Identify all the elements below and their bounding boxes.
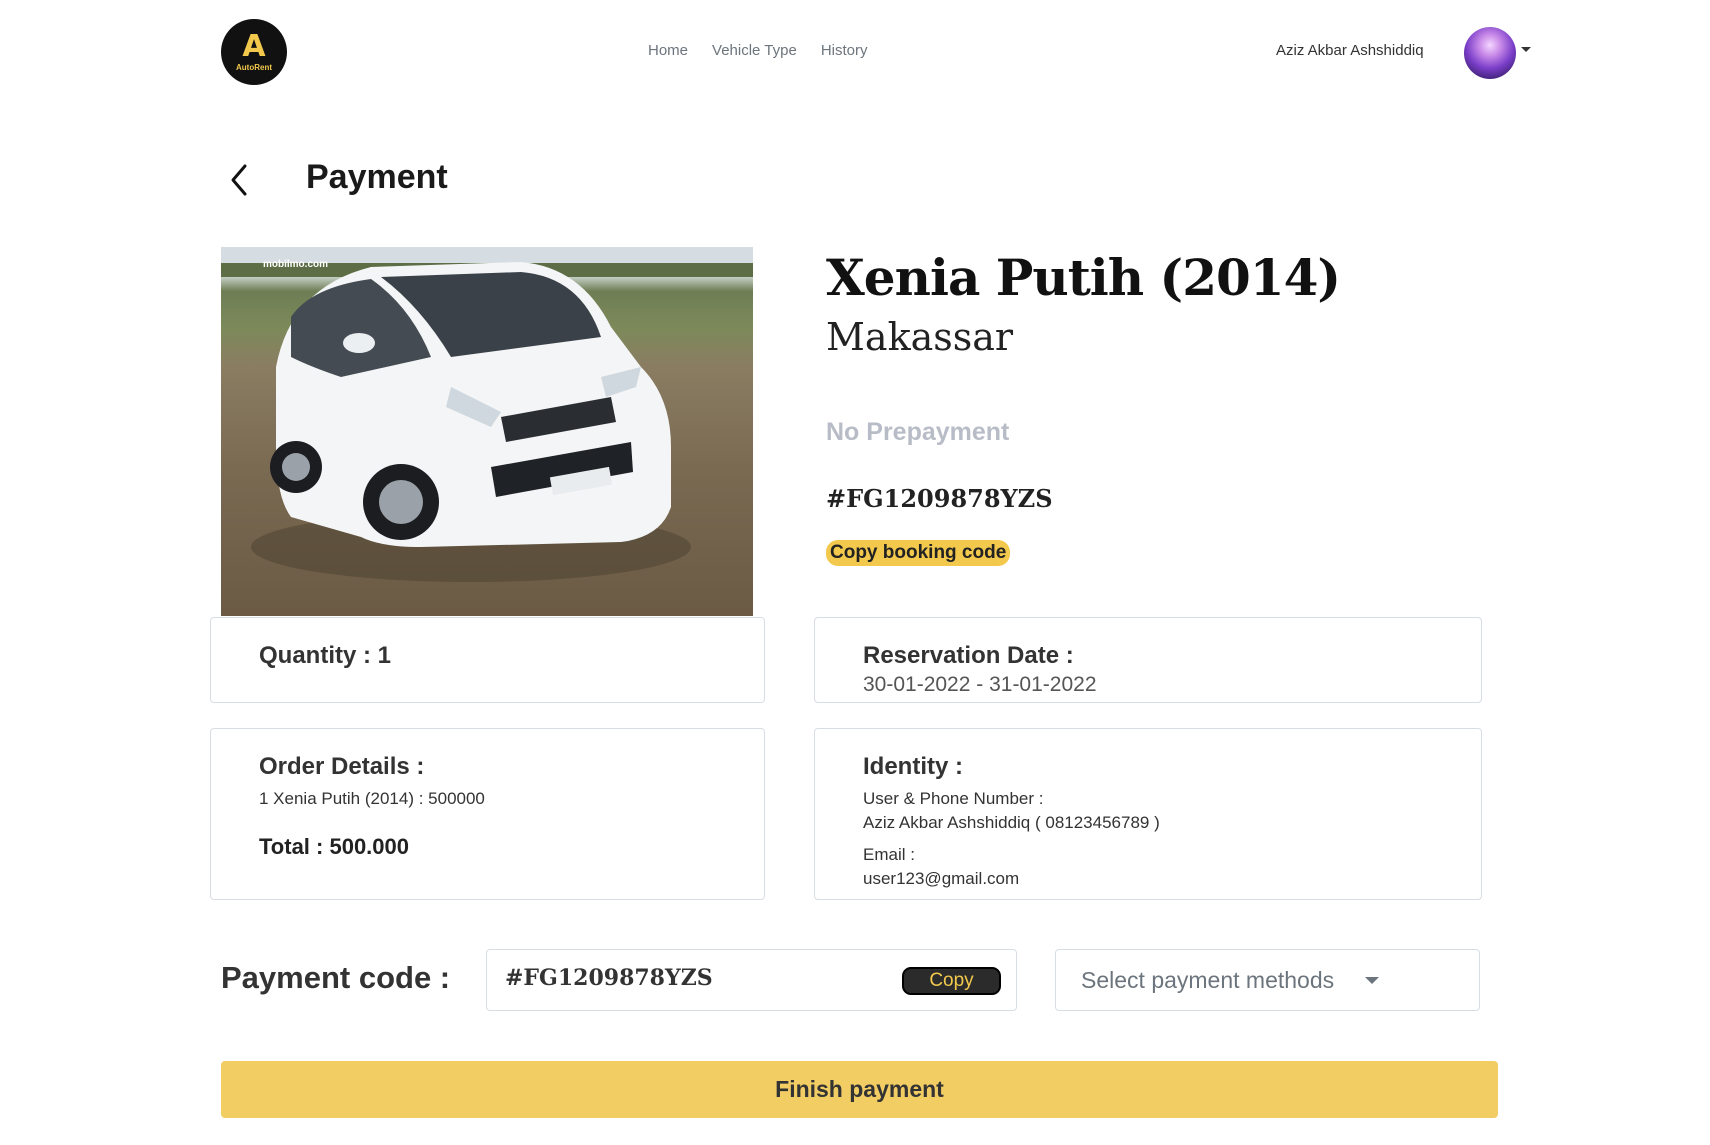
identity-heading: Identity : xyxy=(863,753,963,780)
reservation-card: Reservation Date : 30-01-2022 - 31-01-20… xyxy=(814,617,1482,703)
quantity-card: Quantity : 1 xyxy=(210,617,765,703)
payment-method-select[interactable]: Select payment methods xyxy=(1055,949,1480,1011)
main-nav: Home Vehicle Type History xyxy=(648,42,867,59)
photo-watermark: mobilmo.com xyxy=(263,259,329,270)
identity-user-value: Aziz Akbar Ashshiddiq ( 08123456789 ) xyxy=(863,813,1160,832)
avatar[interactable] xyxy=(1464,27,1516,79)
identity-user-label: User & Phone Number : xyxy=(863,789,1044,808)
copy-payment-code-button[interactable]: Copy xyxy=(902,967,1001,995)
order-heading: Order Details : xyxy=(259,753,425,780)
page-title: Payment xyxy=(306,158,448,196)
booking-code: #FG1209878YZS xyxy=(826,484,1053,513)
chevron-down-icon xyxy=(1365,977,1379,984)
nav-home[interactable]: Home xyxy=(648,42,688,59)
reservation-heading: Reservation Date : xyxy=(863,642,1074,669)
nav-history[interactable]: History xyxy=(821,42,868,59)
user-menu-caret-icon[interactable] xyxy=(1521,47,1531,52)
payment-code-field: #FG1209878YZS Copy xyxy=(486,949,1017,1011)
nav-vehicle-type[interactable]: Vehicle Type xyxy=(712,42,797,59)
order-details-card: Order Details : 1 Xenia Putih (2014) : 5… xyxy=(210,728,765,900)
prepayment-status: No Prepayment xyxy=(826,418,1010,446)
reservation-dates: 30-01-2022 - 31-01-2022 xyxy=(863,673,1097,696)
identity-card: Identity : User & Phone Number : Aziz Ak… xyxy=(814,728,1482,900)
autorent-logo[interactable]: A AutoRent xyxy=(221,19,287,85)
logo-text: AutoRent xyxy=(236,62,272,72)
payment-code-value: #FG1209878YZS xyxy=(505,965,713,991)
identity-email-label: Email : xyxy=(863,845,915,864)
vehicle-name: Xenia Putih (2014) xyxy=(826,248,1341,307)
payment-method-placeholder: Select payment methods xyxy=(1081,967,1335,993)
identity-email-value: user123@gmail.com xyxy=(863,869,1020,888)
vehicle-city: Makassar xyxy=(826,315,1014,359)
finish-payment-button[interactable]: Finish payment xyxy=(221,1061,1498,1118)
vehicle-photo: mobilmo.com xyxy=(221,247,753,616)
copy-booking-code-button[interactable]: Copy booking code xyxy=(826,540,1011,566)
order-total: Total : 500.000 xyxy=(259,834,409,859)
quantity-label: Quantity : 1 xyxy=(259,642,392,669)
user-name: Aziz Akbar Ashshiddiq xyxy=(1276,42,1424,59)
payment-code-label: Payment code : xyxy=(221,960,451,995)
back-arrow-icon[interactable] xyxy=(228,162,252,198)
logo-letter: A xyxy=(242,28,266,64)
order-line: 1 Xenia Putih (2014) : 500000 xyxy=(259,789,485,808)
